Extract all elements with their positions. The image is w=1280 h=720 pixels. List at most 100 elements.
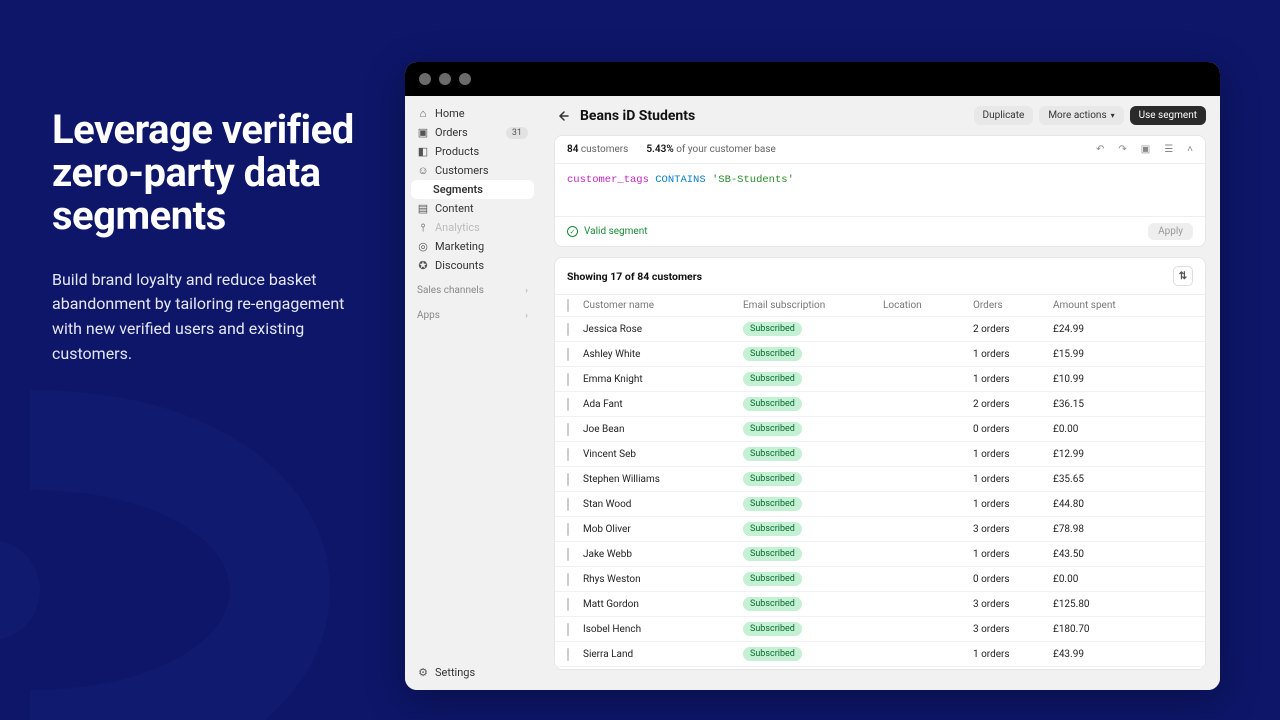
table-header: Customer name Email subscription Locatio… — [555, 295, 1205, 317]
cell-orders: 1 orders — [973, 474, 1053, 485]
back-button[interactable] — [554, 107, 572, 125]
sort-button[interactable]: ⇅ — [1173, 266, 1193, 286]
table-row[interactable]: Vincent SebSubscribed1 orders£12.99 — [555, 442, 1205, 467]
window-minimize-dot[interactable] — [439, 73, 451, 85]
window-zoom-dot[interactable] — [459, 73, 471, 85]
more-actions-button[interactable]: More actions▾ — [1039, 106, 1123, 125]
cell-amount: £78.98 — [1053, 524, 1173, 535]
col-amount[interactable]: Amount spent — [1053, 300, 1173, 311]
table-row[interactable]: Emma KnightSubscribed1 orders£10.99 — [555, 367, 1205, 392]
apply-button[interactable]: Apply — [1148, 223, 1193, 240]
nav-discounts[interactable]: ✪Discounts — [411, 256, 534, 275]
table-row[interactable]: Stephen WilliamsSubscribed1 orders£35.65 — [555, 467, 1205, 492]
duplicate-button[interactable]: Duplicate — [974, 106, 1034, 125]
cell-email: Subscribed — [743, 447, 883, 461]
discounts-icon: ✪ — [417, 260, 429, 272]
row-checkbox[interactable] — [567, 348, 569, 361]
row-checkbox[interactable] — [567, 398, 569, 411]
table-row[interactable]: Stan WoodSubscribed1 orders£44.80 — [555, 492, 1205, 517]
cell-name: Jake Webb — [583, 549, 743, 560]
row-checkbox[interactable] — [567, 648, 569, 661]
table-row[interactable]: Isobel HenchSubscribed3 orders£180.70 — [555, 617, 1205, 642]
nav-home[interactable]: ⌂Home — [411, 104, 534, 123]
results-count: Showing 17 of 84 customers — [567, 270, 702, 283]
cell-orders: 3 orders — [973, 524, 1053, 535]
table-row[interactable]: Katherine JenkinsSubscribed0 orders£0.00 — [555, 667, 1205, 669]
cell-name: Emma Knight — [583, 374, 743, 385]
window-titlebar — [405, 62, 1220, 96]
col-name[interactable]: Customer name — [583, 300, 743, 311]
subscribed-badge: Subscribed — [743, 597, 802, 611]
results-card: Showing 17 of 84 customers ⇅ Customer na… — [554, 257, 1206, 670]
cell-name: Sierra Land — [583, 649, 743, 660]
nav-products[interactable]: ◧Products — [411, 142, 534, 161]
subscribed-badge: Subscribed — [743, 647, 802, 661]
nav-marketing[interactable]: ◎Marketing — [411, 237, 534, 256]
row-checkbox[interactable] — [567, 473, 569, 486]
window-close-dot[interactable] — [419, 73, 431, 85]
row-checkbox[interactable] — [567, 573, 569, 586]
code-operator: CONTAINS — [655, 174, 705, 186]
segment-query-editor[interactable]: customer_tags CONTAINS 'SB-Students' — [555, 164, 1205, 216]
page-title: Beans iD Students — [580, 108, 966, 124]
col-location[interactable]: Location — [883, 300, 973, 311]
save-button[interactable]: ▣ — [1141, 144, 1150, 155]
arrow-left-icon — [557, 110, 569, 122]
row-checkbox[interactable] — [567, 323, 569, 336]
customer-pct: 5.43% of your customer base — [646, 144, 776, 155]
nav-settings[interactable]: ⚙Settings — [411, 663, 534, 682]
filter-button[interactable]: ☰ — [1164, 144, 1173, 155]
nav-section-apps[interactable]: Apps› — [411, 300, 534, 325]
nav-section-label: Sales channels — [417, 285, 484, 296]
customer-count: 84 customers — [567, 144, 628, 155]
table-row[interactable]: Ada FantSubscribed2 orders£36.15 — [555, 392, 1205, 417]
undo-button[interactable]: ↶ — [1096, 144, 1104, 155]
code-value: 'SB-Students' — [712, 174, 794, 186]
cell-amount: £180.70 — [1053, 624, 1173, 635]
promo-headline: Leverage verified zero-party data segmen… — [52, 108, 372, 238]
table-row[interactable]: Mob OliverSubscribed3 orders£78.98 — [555, 517, 1205, 542]
cell-name: Matt Gordon — [583, 599, 743, 610]
row-checkbox[interactable] — [567, 498, 569, 511]
cell-name: Ada Fant — [583, 399, 743, 410]
row-checkbox[interactable] — [567, 523, 569, 536]
cell-orders: 1 orders — [973, 449, 1053, 460]
col-email[interactable]: Email subscription — [743, 300, 883, 311]
table-row[interactable]: Joe BeanSubscribed0 orders£0.00 — [555, 417, 1205, 442]
select-all-checkbox[interactable] — [567, 299, 569, 312]
subscribed-badge: Subscribed — [743, 372, 802, 386]
cell-email: Subscribed — [743, 597, 883, 611]
nav-segments[interactable]: Segments — [411, 180, 534, 199]
nav-orders[interactable]: ▣Orders31 — [411, 123, 534, 142]
cell-orders: 1 orders — [973, 549, 1053, 560]
table-row[interactable]: Jake WebbSubscribed1 orders£43.50 — [555, 542, 1205, 567]
cell-amount: £125.80 — [1053, 599, 1173, 610]
row-checkbox[interactable] — [567, 548, 569, 561]
row-checkbox[interactable] — [567, 373, 569, 386]
row-checkbox[interactable] — [567, 423, 569, 436]
nav-content[interactable]: ▤Content — [411, 199, 534, 218]
collapse-button[interactable]: ˄ — [1187, 144, 1193, 155]
nav-customers[interactable]: ☺Customers — [411, 161, 534, 180]
cell-orders: 0 orders — [973, 424, 1053, 435]
table-row[interactable]: Rhys WestonSubscribed0 orders£0.00 — [555, 567, 1205, 592]
row-checkbox[interactable] — [567, 623, 569, 636]
cell-amount: £10.99 — [1053, 374, 1173, 385]
table-row[interactable]: Sierra LandSubscribed1 orders£43.99 — [555, 642, 1205, 667]
subscribed-badge: Subscribed — [743, 572, 802, 586]
cell-amount: £0.00 — [1053, 574, 1173, 585]
table-row[interactable]: Jessica RoseSubscribed2 orders£24.99 — [555, 317, 1205, 342]
subscribed-badge: Subscribed — [743, 472, 802, 486]
nav-section-sales[interactable]: Sales channels› — [411, 275, 534, 300]
cell-amount: £15.99 — [1053, 349, 1173, 360]
redo-button[interactable]: ↷ — [1118, 144, 1126, 155]
table-row[interactable]: Ashley WhiteSubscribed1 orders£15.99 — [555, 342, 1205, 367]
chevron-right-icon: › — [525, 311, 528, 321]
row-checkbox[interactable] — [567, 448, 569, 461]
table-row[interactable]: Matt GordonSubscribed3 orders£125.80 — [555, 592, 1205, 617]
use-segment-button[interactable]: Use segment — [1130, 106, 1206, 125]
cell-amount: £36.15 — [1053, 399, 1173, 410]
cell-email: Subscribed — [743, 572, 883, 586]
row-checkbox[interactable] — [567, 598, 569, 611]
col-orders[interactable]: Orders — [973, 300, 1053, 311]
